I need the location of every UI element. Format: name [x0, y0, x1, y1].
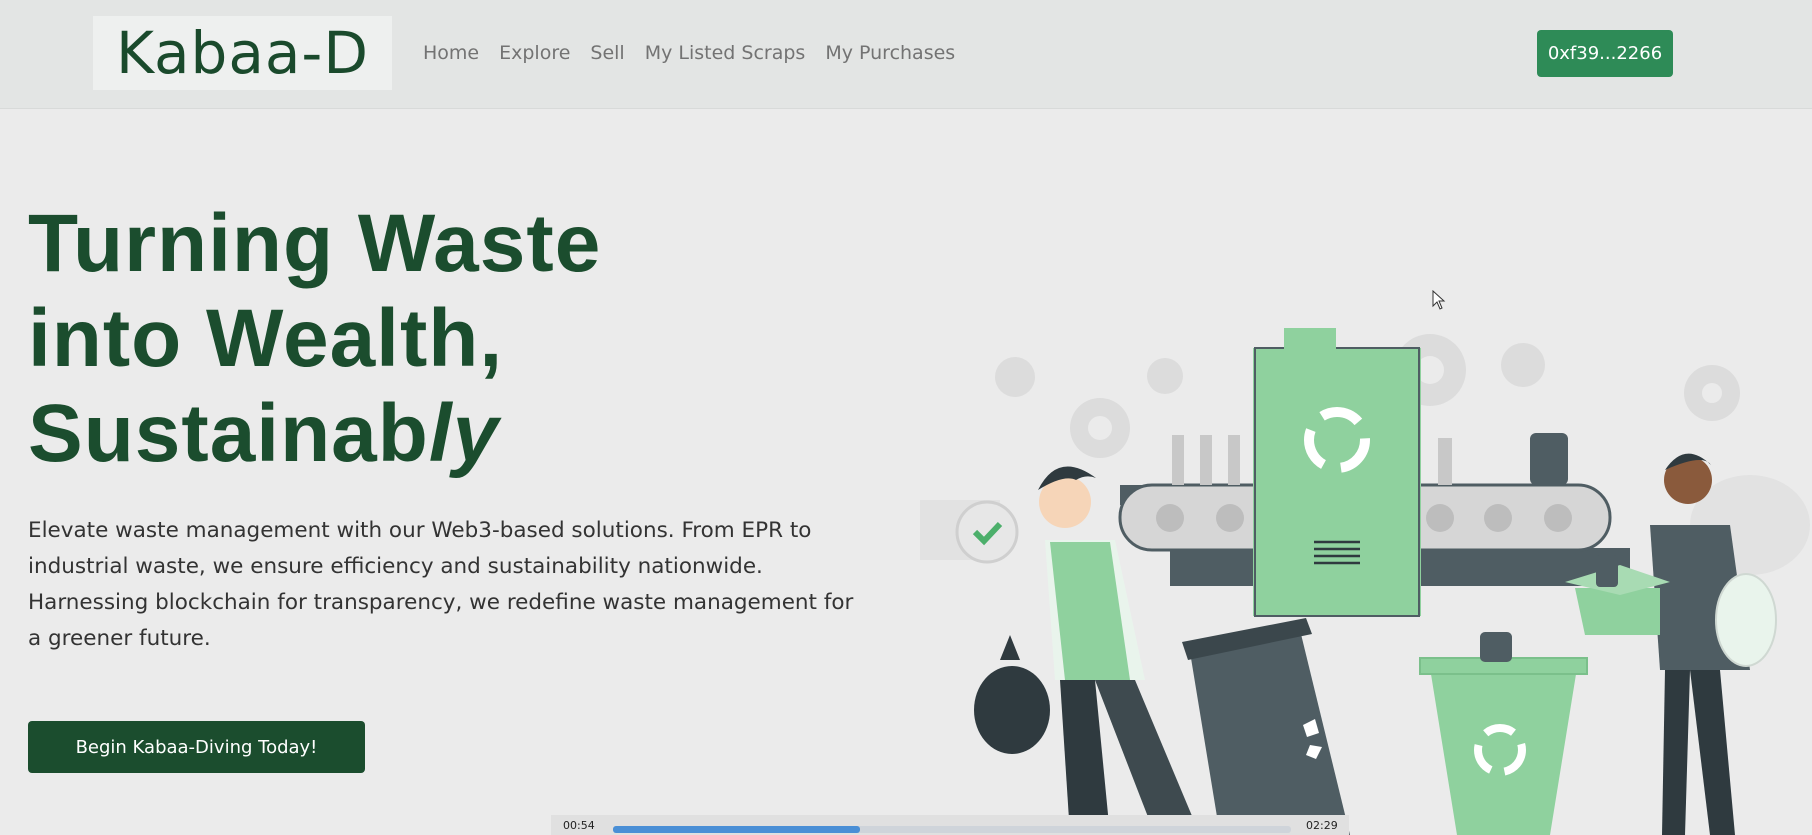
nav-sell[interactable]: Sell [580, 42, 634, 64]
headline-line-1: Turning Waste [28, 198, 602, 289]
progress-track[interactable] [613, 826, 1291, 833]
wallet-address-button[interactable]: 0xf39...2266 [1537, 30, 1673, 77]
nav-my-listed-scraps[interactable]: My Listed Scraps [635, 42, 816, 64]
nav-explore[interactable]: Explore [489, 42, 580, 64]
current-time: 00:54 [563, 819, 595, 832]
headline-line-2: into Wealth, [28, 293, 504, 384]
progress-fill [613, 826, 860, 833]
nav-links: Home Explore Sell My Listed Scraps My Pu… [413, 42, 965, 64]
nav-home[interactable]: Home [413, 42, 489, 64]
nav-my-purchases[interactable]: My Purchases [815, 42, 965, 64]
mouse-pointer-icon [1432, 290, 1446, 310]
top-navbar: Kabaa-D Home Explore Sell My Listed Scra… [0, 0, 1812, 109]
recycling-workers-illustration [920, 328, 1810, 835]
hero-headline: Turning Waste into Wealth, Sustainably [28, 196, 601, 481]
brand-logo[interactable]: Kabaa-D [93, 16, 392, 90]
headline-line-3-a: Sustainab [28, 388, 429, 479]
brand-logo-text: Kabaa-D [115, 19, 370, 87]
media-progress-bar[interactable]: 00:54 02:29 [551, 815, 1349, 835]
hero-description: Elevate waste management with our Web3-b… [28, 518, 854, 651]
total-time: 02:29 [1306, 819, 1338, 832]
begin-diving-button[interactable]: Begin Kabaa-Diving Today! [28, 721, 365, 773]
headline-line-3: Sustainably [28, 386, 601, 481]
headline-line-3-b: ly [428, 388, 500, 479]
